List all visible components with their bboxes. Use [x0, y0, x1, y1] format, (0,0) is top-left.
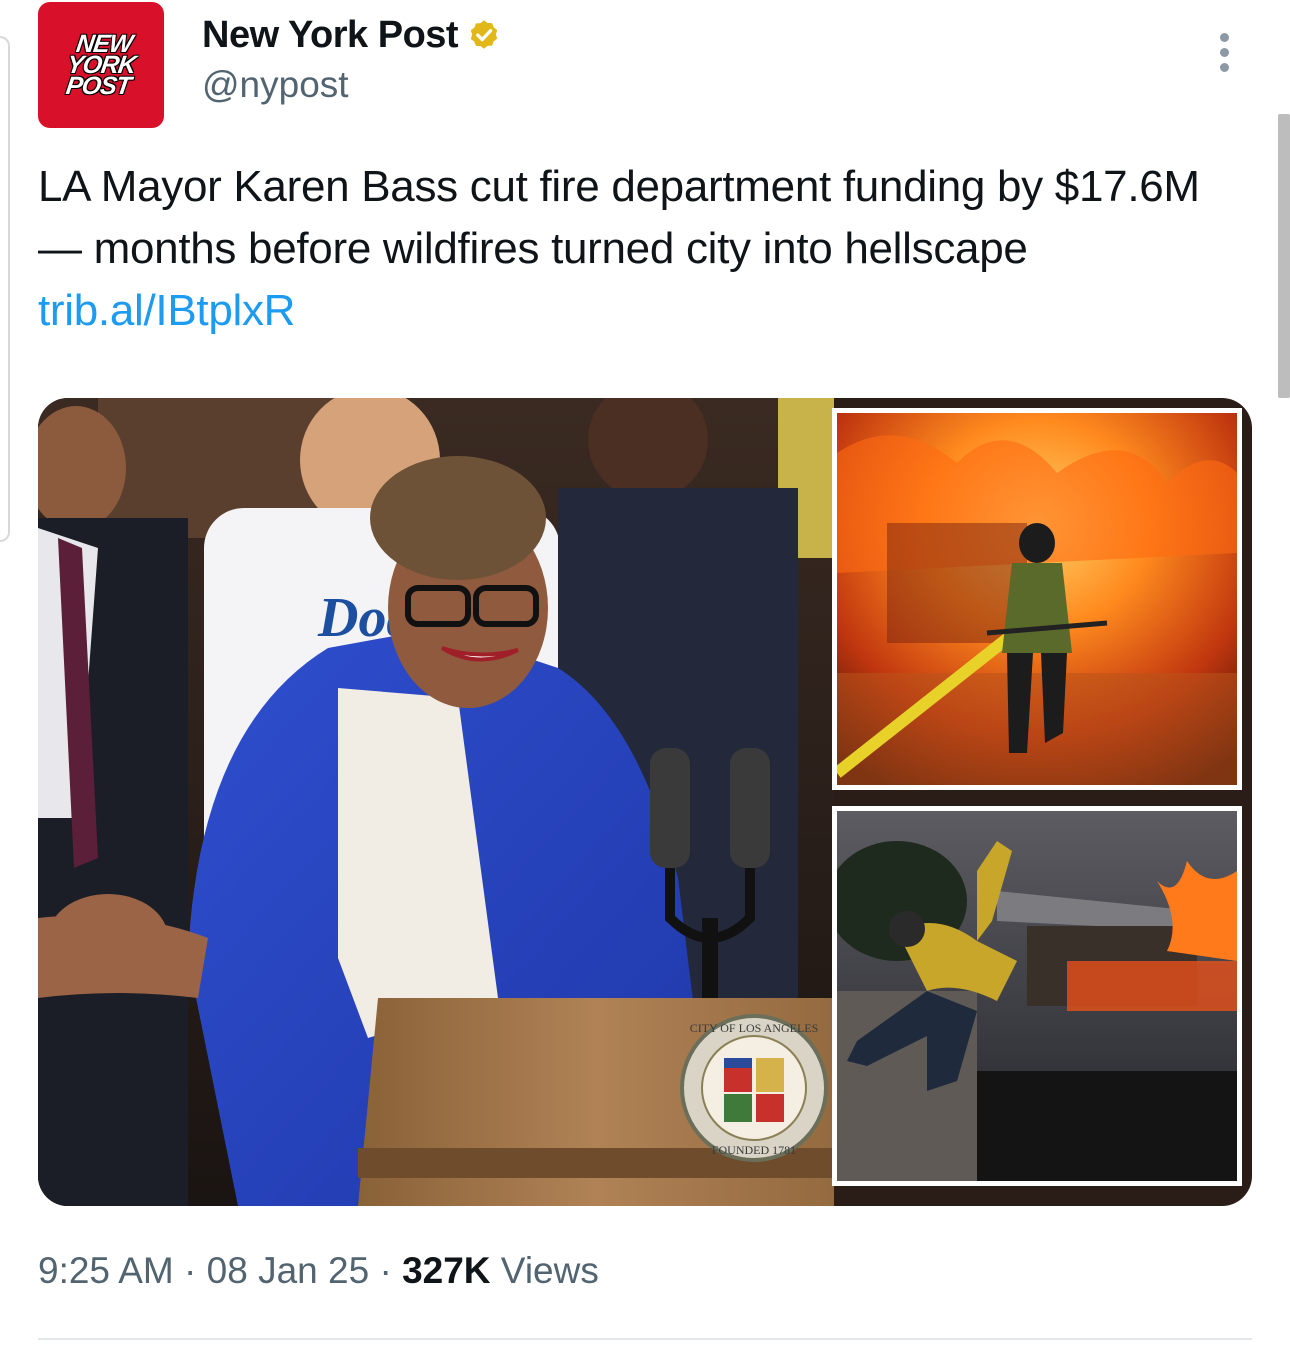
tweet-date[interactable]: 08 Jan 25 — [207, 1250, 370, 1291]
display-name[interactable]: New York Post — [202, 14, 459, 57]
meta-separator: · — [173, 1250, 207, 1291]
verified-badge-icon[interactable] — [466, 18, 502, 54]
left-panel-edge — [0, 36, 10, 542]
views-count[interactable]: 327K — [402, 1250, 490, 1291]
avatar[interactable]: NEW YORK POST — [38, 2, 164, 128]
firefighter-jumping-image — [837, 811, 1237, 1181]
seal-bottom-text: FOUNDED 1781 — [712, 1143, 796, 1157]
seal-top-text: CITY OF LOS ANGELES — [690, 1021, 819, 1035]
firefighter-flames-photo — [832, 408, 1242, 790]
tweet-time[interactable]: 9:25 AM — [38, 1250, 174, 1291]
tweet-media[interactable]: Dodgers — [38, 398, 1252, 1206]
name-row: New York Post — [202, 14, 502, 57]
meta-separator: · — [369, 1250, 403, 1291]
more-dot-icon — [1219, 62, 1229, 72]
more-dot-icon — [1219, 47, 1229, 57]
account-handle[interactable]: @nypost — [202, 64, 349, 106]
scrollbar[interactable] — [1278, 114, 1290, 398]
tweet-page: NEW YORK POST New York Post @nypost LA M… — [0, 0, 1290, 1360]
tweet-body: LA Mayor Karen Bass cut fire department … — [38, 162, 1200, 273]
more-options-button[interactable] — [1206, 30, 1242, 74]
firefighter-jumping-photo — [832, 806, 1242, 1186]
logo-line-post: POST — [64, 71, 133, 100]
more-dot-icon — [1219, 32, 1229, 42]
tweet-meta: 9:25 AM · 08 Jan 25 · 327K Views — [38, 1250, 599, 1292]
firefighter-flames-image — [837, 413, 1237, 785]
nypost-logo: NEW YORK POST — [62, 30, 139, 100]
tweet-text: LA Mayor Karen Bass cut fire department … — [38, 156, 1238, 342]
tweet-link[interactable]: trib.al/IBtplxR — [38, 286, 295, 335]
mayor-podium-photo: Dodgers — [38, 398, 834, 1206]
divider — [38, 1338, 1252, 1340]
views-label: Views — [490, 1250, 599, 1291]
